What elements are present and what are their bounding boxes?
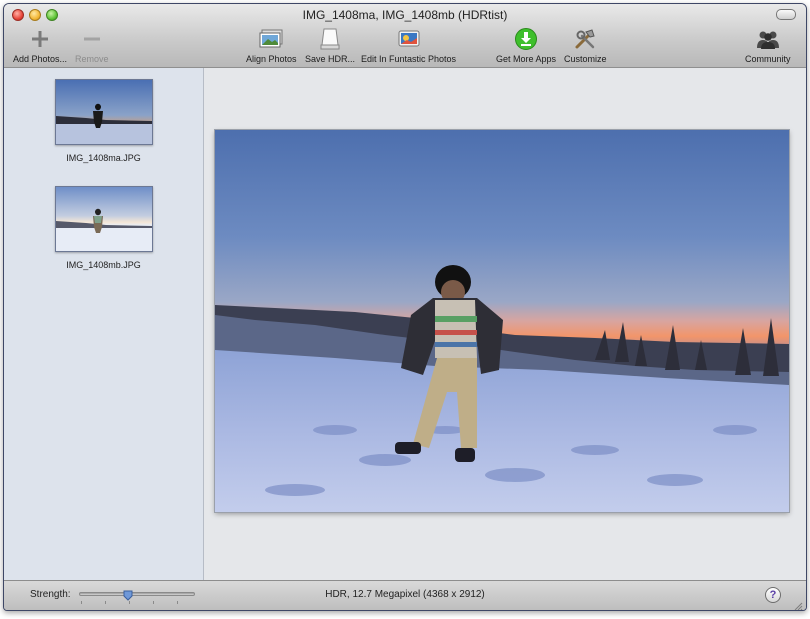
community-label: Community — [745, 54, 791, 64]
download-arrow-icon — [514, 28, 538, 50]
edit-in-funtastic-photos-button[interactable]: Edit In Funtastic Photos — [361, 28, 456, 64]
photo-thumbnail-2[interactable] — [55, 186, 153, 252]
customize-label: Customize — [564, 54, 607, 64]
help-button[interactable]: ? — [765, 587, 781, 603]
remove-button[interactable]: Remove — [75, 28, 109, 64]
toolbar: IMG_1408ma, IMG_1408mb (HDRtist) Add Pho… — [4, 4, 806, 68]
minus-icon — [80, 28, 104, 50]
edit-in-funtastic-photos-label: Edit In Funtastic Photos — [361, 54, 457, 64]
save-hdr-button[interactable]: Save HDR... — [305, 28, 355, 64]
funtastic-photos-icon — [397, 28, 421, 50]
slider-tick — [105, 601, 106, 604]
resize-grip-icon[interactable] — [793, 598, 803, 610]
people-icon — [756, 28, 780, 50]
get-more-apps-label: Get More Apps — [496, 54, 557, 64]
tools-icon — [573, 28, 597, 50]
add-photos-button[interactable]: Add Photos... — [13, 28, 67, 64]
remove-label: Remove — [75, 54, 109, 64]
hdr-preview-area — [204, 68, 806, 580]
app-window: IMG_1408ma, IMG_1408mb (HDRtist) Add Pho… — [3, 3, 807, 611]
slider-tick — [153, 601, 154, 604]
photo-thumbnail-1[interactable] — [55, 79, 153, 145]
window-title: IMG_1408ma, IMG_1408mb (HDRtist) — [302, 8, 508, 22]
plus-icon — [28, 28, 52, 50]
customize-button[interactable]: Customize — [564, 28, 607, 64]
image-info-status: HDR, 12.7 Megapixel (4368 x 2912) — [325, 589, 485, 600]
add-photos-label: Add Photos... — [13, 54, 68, 64]
community-button[interactable]: Community — [745, 28, 791, 64]
toolbar-toggle-button[interactable] — [776, 9, 796, 20]
save-hdr-label: Save HDR... — [305, 54, 356, 64]
photo-thumbnail-1-filename: IMG_1408ma.JPG — [66, 153, 141, 163]
photo-thumbnail-2-filename: IMG_1408mb.JPG — [66, 260, 141, 270]
align-photos-label: Align Photos — [246, 54, 297, 64]
hdr-preview-image — [215, 130, 789, 512]
save-drive-icon — [318, 28, 342, 50]
get-more-apps-button[interactable]: Get More Apps — [496, 28, 556, 64]
slider-tick — [129, 601, 130, 604]
slider-tick — [81, 601, 82, 604]
bottom-bar: Strength: HDR, 12.7 Megapixel (4368 x 29… — [4, 580, 806, 610]
stacked-photos-icon — [259, 28, 283, 50]
slider-tick — [177, 601, 178, 604]
align-photos-button[interactable]: Align Photos — [246, 28, 297, 64]
photo-list-sidebar: IMG_1408ma.JPG IMG_1408mb.JPG — [4, 68, 204, 580]
